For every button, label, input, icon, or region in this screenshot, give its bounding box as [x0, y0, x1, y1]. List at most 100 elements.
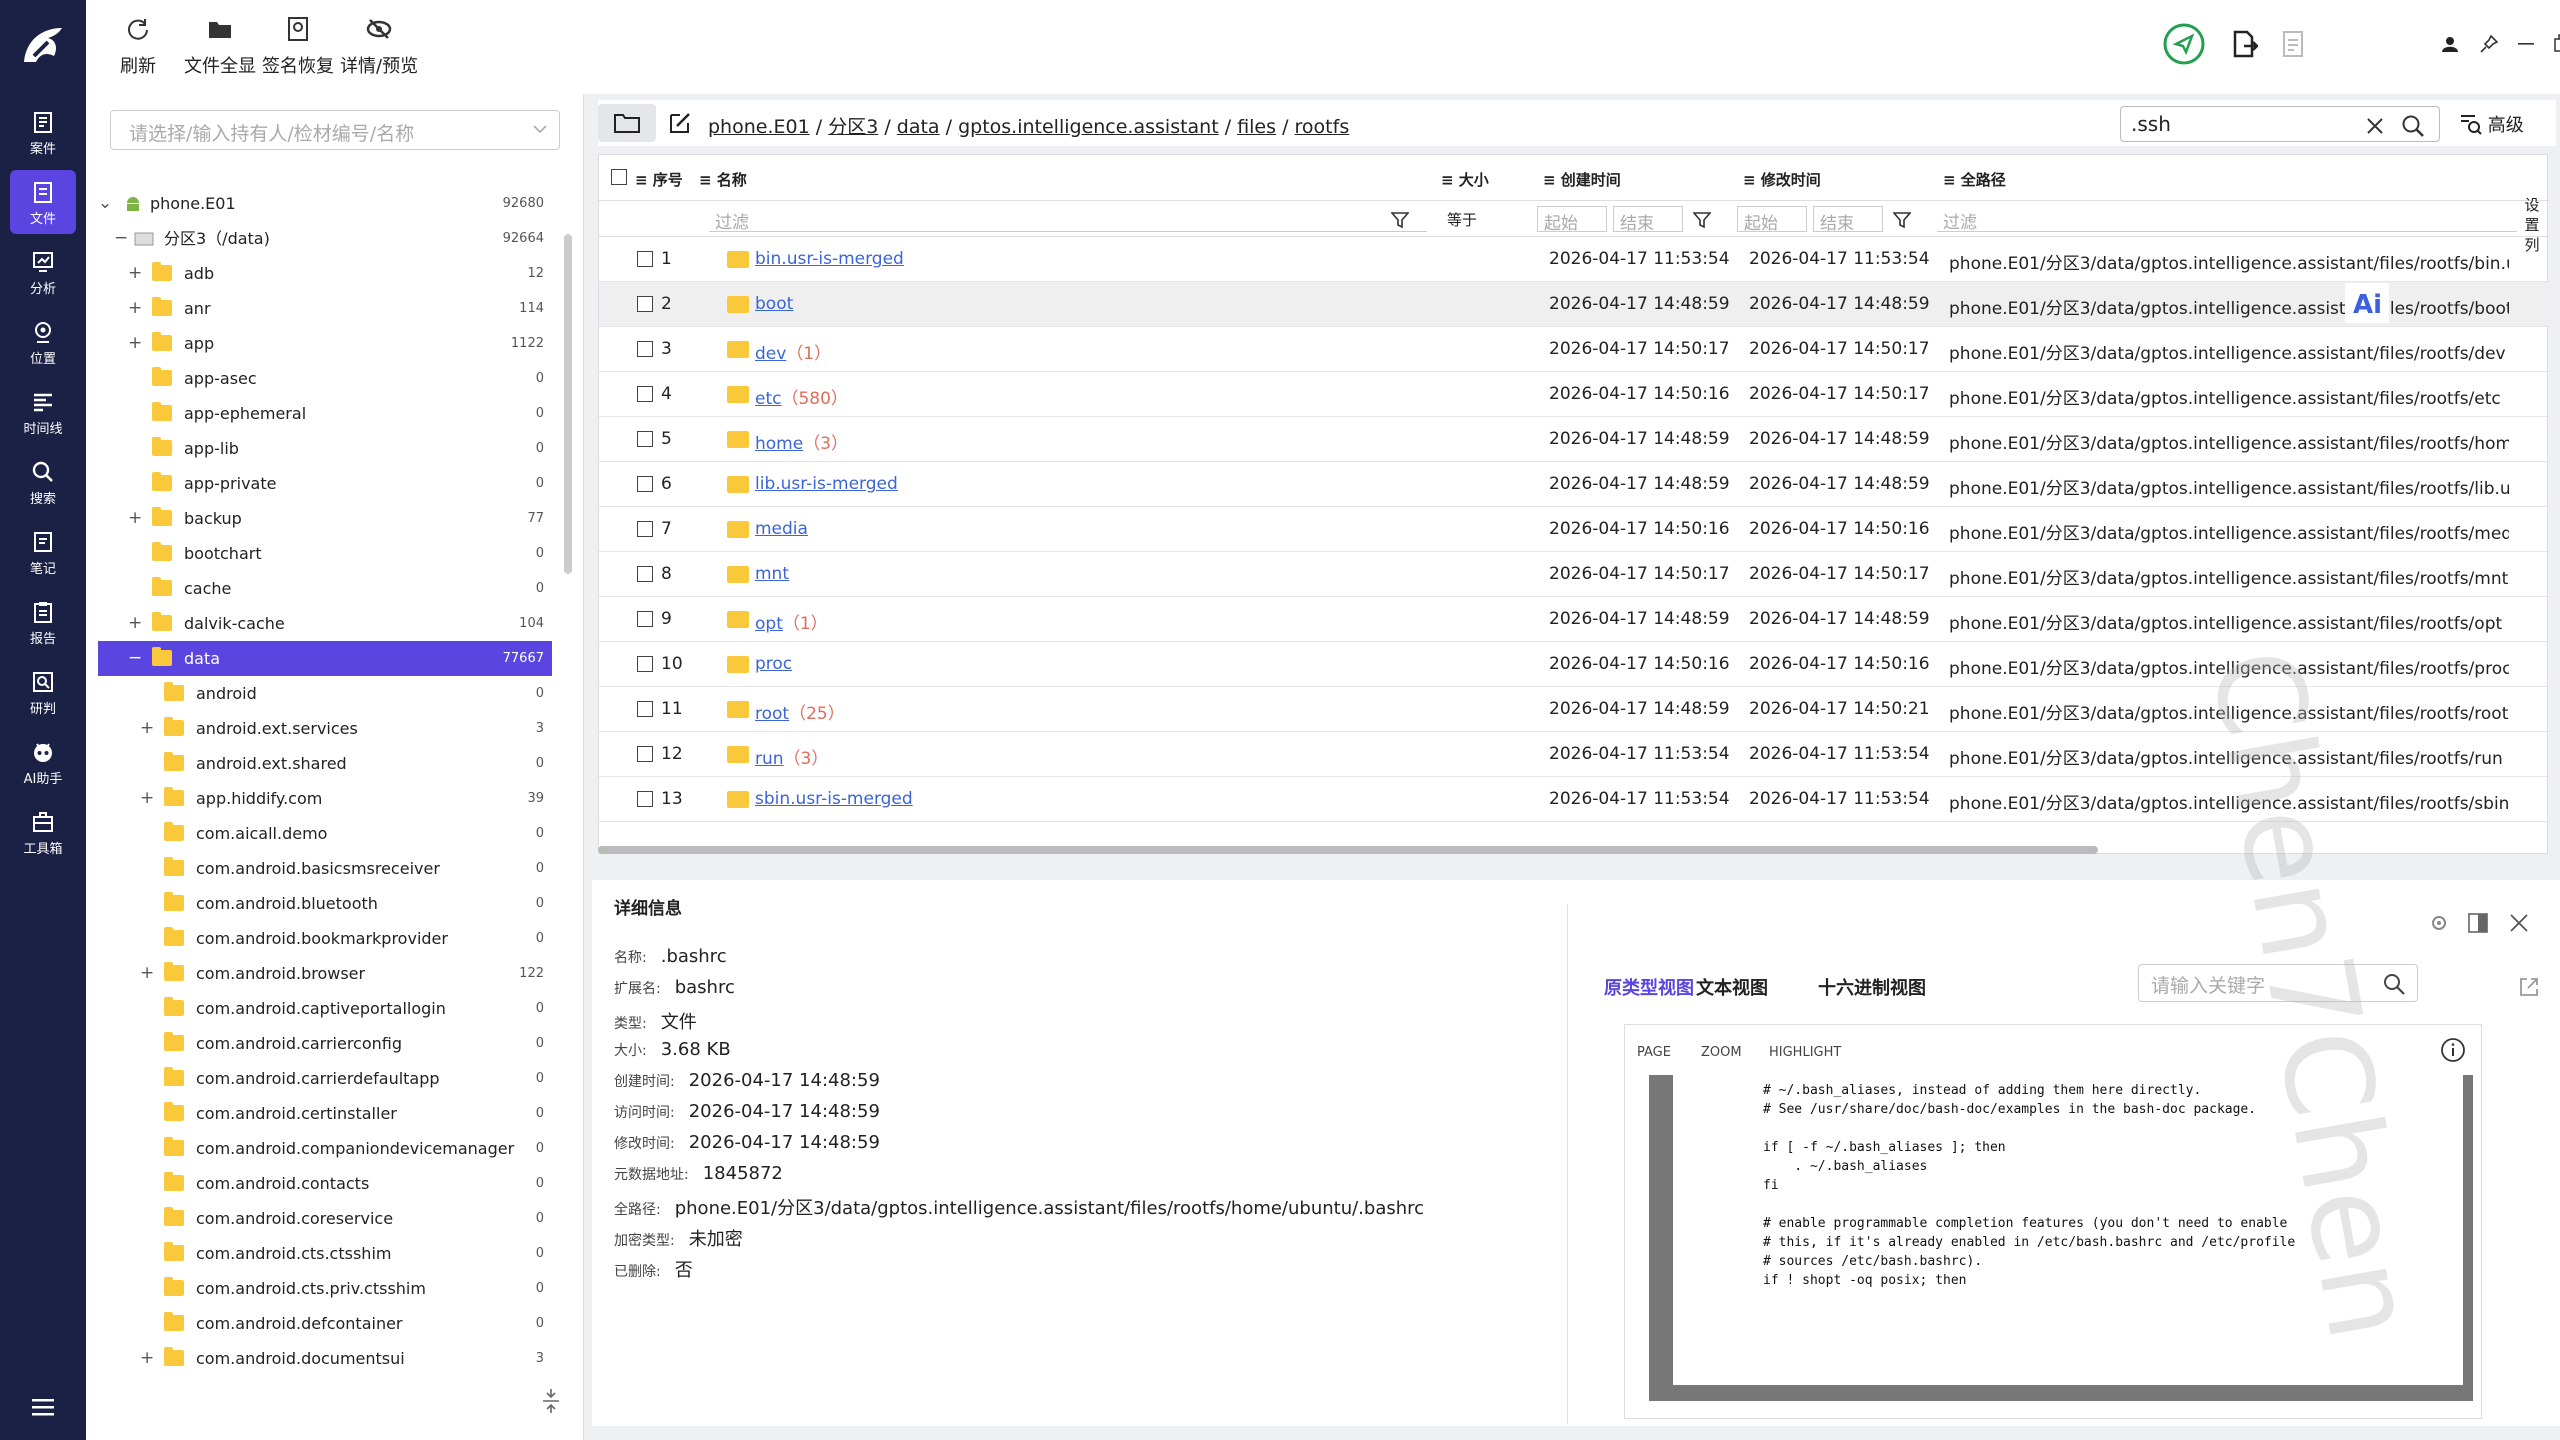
expand-toggle[interactable]: +: [140, 781, 154, 816]
select-all-checkbox[interactable]: [611, 169, 627, 185]
tree-node[interactable]: com.android.coreservice 0: [98, 1201, 552, 1236]
tree-node[interactable]: + app.hiddify.com 39: [98, 781, 552, 816]
clear-icon[interactable]: [2367, 118, 2383, 134]
row-checkbox[interactable]: [637, 251, 653, 267]
tab-text-view[interactable]: 文本视图: [1696, 974, 1768, 1000]
tree-node[interactable]: − 分区3（/data) 92664: [98, 221, 552, 256]
breadcrumb-item[interactable]: 分区3: [828, 116, 878, 138]
nav-item-toolbox[interactable]: 工具箱: [10, 800, 76, 864]
row-name-link[interactable]: bin.usr-is-merged: [755, 249, 904, 269]
row-checkbox[interactable]: [637, 521, 653, 537]
row-checkbox[interactable]: [637, 386, 653, 402]
nav-item-file[interactable]: 文件: [10, 170, 76, 234]
tree-node[interactable]: com.android.bluetooth 0: [98, 886, 552, 921]
pin-icon[interactable]: [2480, 35, 2498, 53]
collapse-all-icon[interactable]: [542, 1388, 560, 1414]
expand-toggle[interactable]: −: [114, 221, 128, 256]
ctime-start-input[interactable]: 起始: [1537, 206, 1607, 234]
show-all-files-button[interactable]: 文件全显: [184, 16, 256, 78]
nav-item-location[interactable]: 位置: [10, 310, 76, 374]
row-name-link[interactable]: mnt: [755, 564, 789, 584]
row-name-link[interactable]: root: [755, 704, 789, 724]
table-row[interactable]: 1 bin.usr-is-merged 2026-04-17 11:53:54 202…: [599, 237, 2549, 282]
tree-node[interactable]: com.aicall.demo 0: [98, 816, 552, 851]
tree-node[interactable]: android.ext.shared 0: [98, 746, 552, 781]
split-view-icon[interactable]: [2468, 913, 2488, 933]
export-icon[interactable]: [2232, 30, 2258, 58]
nav-item-case[interactable]: 案件: [10, 100, 76, 164]
nav-item-ai-assistant[interactable]: AI助手: [10, 730, 76, 794]
expand-toggle[interactable]: +: [128, 326, 142, 361]
breadcrumb-item[interactable]: data: [897, 116, 940, 138]
mtime-end-input[interactable]: 结束: [1813, 206, 1883, 234]
row-checkbox[interactable]: [637, 341, 653, 357]
tree-node[interactable]: + anr 114: [98, 291, 552, 326]
size-filter-operator[interactable]: 等于: [1447, 209, 1477, 230]
search-input[interactable]: .ssh: [2120, 106, 2440, 142]
row-name-link[interactable]: dev: [755, 344, 786, 364]
nav-item-report[interactable]: 报告: [10, 590, 76, 654]
user-icon[interactable]: [2442, 36, 2458, 52]
nav-item-timeline[interactable]: 时间线: [10, 380, 76, 444]
row-checkbox[interactable]: [637, 296, 653, 312]
row-checkbox[interactable]: [637, 701, 653, 717]
tree-node[interactable]: com.android.captiveportallogin 0: [98, 991, 552, 1026]
row-checkbox[interactable]: [637, 476, 653, 492]
table-row[interactable]: 7 media 2026-04-17 14:50:16 2026-04-17 14:5…: [599, 507, 2549, 552]
tree-node[interactable]: ⌄ phone.E01 92680: [98, 186, 552, 221]
tree-node[interactable]: com.android.companiondevicemanager 0: [98, 1131, 552, 1166]
row-name-link[interactable]: home: [755, 434, 803, 454]
ctime-end-input[interactable]: 结束: [1613, 206, 1683, 234]
holder-select[interactable]: 请选择/输入持有人/检材编号/名称: [110, 110, 560, 150]
row-name-link[interactable]: lib.usr-is-merged: [755, 474, 898, 494]
tree-node[interactable]: com.android.cts.ctsshim 0: [98, 1236, 552, 1271]
row-checkbox[interactable]: [637, 566, 653, 582]
row-name-link[interactable]: proc: [755, 654, 792, 674]
expand-toggle[interactable]: +: [128, 501, 142, 536]
tree-node[interactable]: + backup 77: [98, 501, 552, 536]
row-checkbox[interactable]: [637, 431, 653, 447]
nav-item-judge[interactable]: 研判: [10, 660, 76, 724]
name-filter-input[interactable]: 过滤: [709, 206, 1427, 233]
breadcrumb-item[interactable]: gptos.intelligence.assistant: [958, 116, 1219, 138]
row-checkbox[interactable]: [637, 746, 653, 762]
tree-node[interactable]: com.android.certinstaller 0: [98, 1096, 552, 1131]
ai-badge-icon[interactable]: Ai: [2345, 283, 2389, 323]
tree-node[interactable]: android 0: [98, 676, 552, 711]
tree-node[interactable]: bootchart 0: [98, 536, 552, 571]
tree-node[interactable]: app-ephemeral 0: [98, 396, 552, 431]
page-tab[interactable]: PAGE: [1637, 1045, 1671, 1060]
restore-icon[interactable]: [2554, 34, 2560, 52]
tree-node[interactable]: cache 0: [98, 571, 552, 606]
column-header-name[interactable]: ≡ 名称: [699, 169, 747, 190]
tree-node[interactable]: + com.android.documentsui 3: [98, 1341, 552, 1376]
nav-item-note[interactable]: 笔记: [10, 520, 76, 584]
column-header-size[interactable]: ≡ 大小: [1441, 169, 1489, 190]
close-panel-icon[interactable]: [2510, 914, 2528, 932]
nav-item-analysis[interactable]: 分析: [10, 240, 76, 304]
tree-scrollbar[interactable]: [564, 234, 572, 574]
menu-icon[interactable]: [32, 1398, 54, 1416]
expand-toggle[interactable]: ⌄: [98, 186, 112, 221]
path-filter-input[interactable]: 过滤: [1937, 206, 2517, 233]
table-row[interactable]: 5 home（3） 2026-04-17 14:48:59 2026-04-17 14…: [599, 417, 2549, 462]
edit-path-icon[interactable]: [668, 111, 692, 135]
column-settings-tab[interactable]: 设置列: [2521, 195, 2543, 255]
settings-icon[interactable]: [2428, 912, 2450, 934]
expand-toggle[interactable]: +: [128, 606, 142, 641]
filter-icon[interactable]: [1893, 211, 1911, 229]
tree-node[interactable]: app-asec 0: [98, 361, 552, 396]
detail-preview-button[interactable]: 详情/预览: [340, 16, 418, 78]
refresh-button[interactable]: 刷新: [120, 16, 156, 78]
tree-node[interactable]: app-private 0: [98, 466, 552, 501]
table-row[interactable]: 3 dev（1） 2026-04-17 14:50:17 2026-04-17 14:…: [599, 327, 2549, 372]
document-icon[interactable]: [2282, 30, 2304, 58]
tree-node[interactable]: com.android.carrierconfig 0: [98, 1026, 552, 1061]
expand-toggle[interactable]: −: [128, 641, 142, 676]
row-checkbox[interactable]: [637, 791, 653, 807]
send-icon[interactable]: [2162, 22, 2206, 66]
tree-node[interactable]: com.android.cts.priv.ctsshim 0: [98, 1271, 552, 1306]
row-name-link[interactable]: etc: [755, 389, 781, 409]
mtime-start-input[interactable]: 起始: [1737, 206, 1807, 234]
tab-hex-view[interactable]: 十六进制视图: [1818, 974, 1926, 1000]
